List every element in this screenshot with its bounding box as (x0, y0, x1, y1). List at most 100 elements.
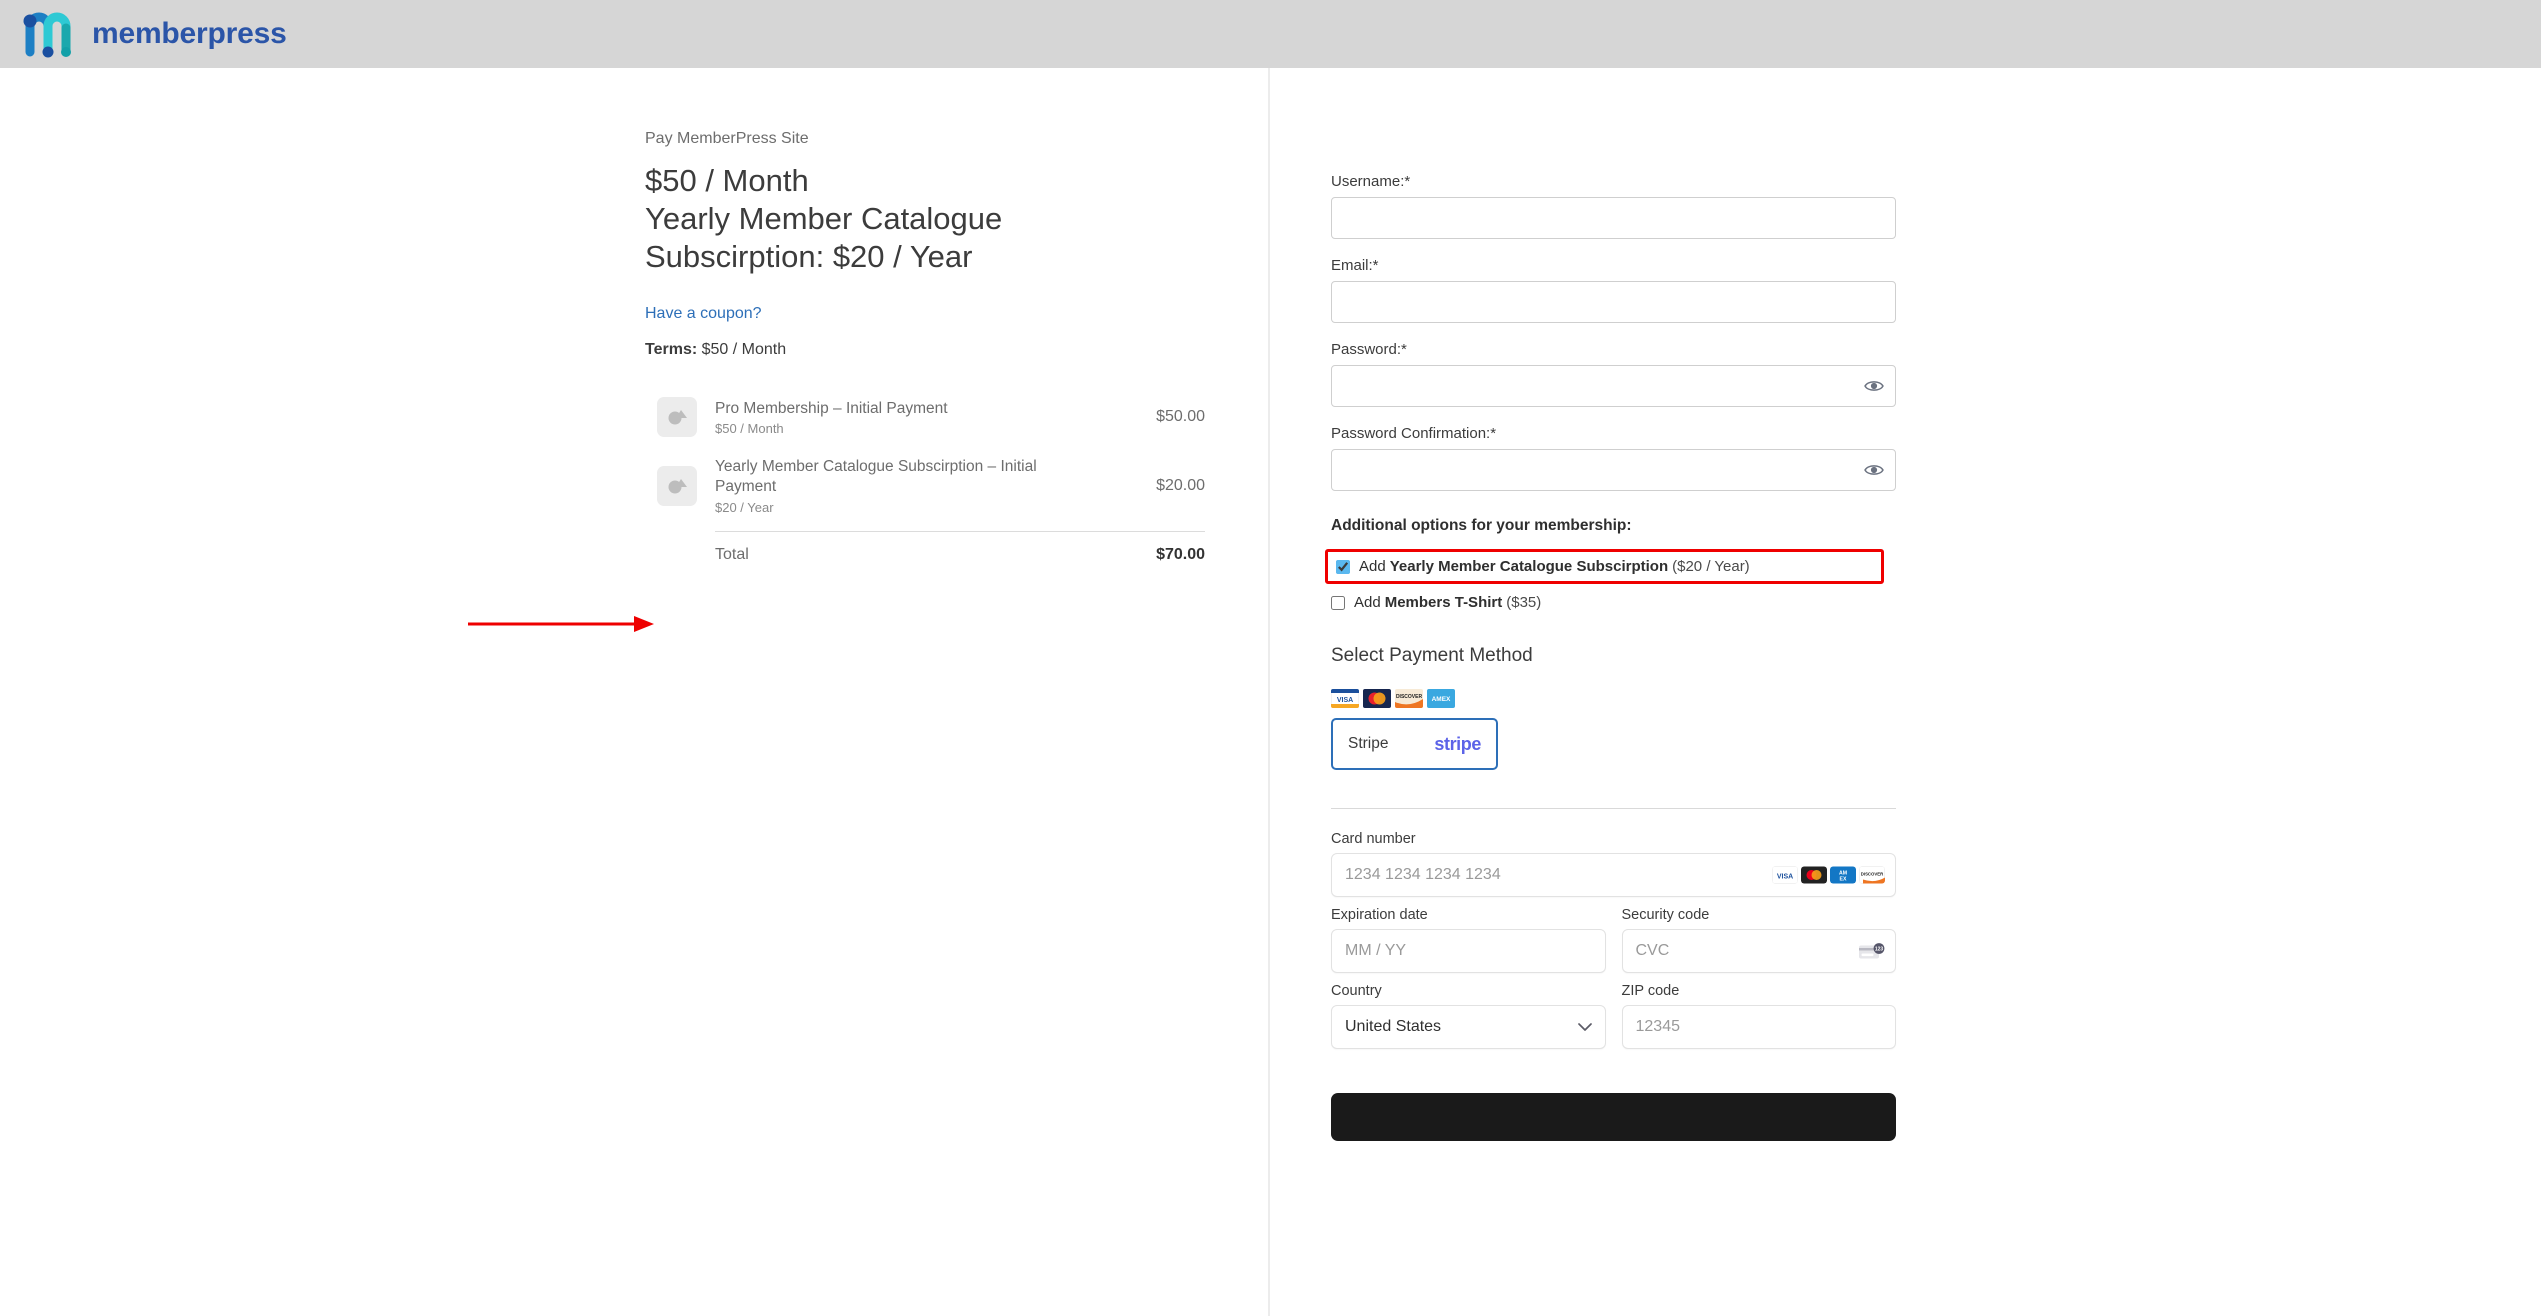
email-input[interactable] (1331, 281, 1896, 323)
discover-icon: DISCOVER (1395, 689, 1423, 708)
email-label: Email:* (1331, 257, 1896, 274)
svg-text:VISA: VISA (1777, 874, 1793, 881)
terms-line: Terms: $50 / Month (645, 341, 1205, 359)
addon-yearly-subscription-row[interactable]: Add Yearly Member Catalogue Subscirption… (1325, 549, 1884, 584)
svg-text:123: 123 (1875, 947, 1884, 953)
email-field-group: Email:* (1331, 257, 1896, 323)
product-thumbnail-placeholder-icon (657, 397, 697, 437)
security-code-field-group: Security code CVC 123 (1622, 907, 1897, 973)
show-password-eye-icon[interactable] (1864, 379, 1884, 393)
brand-wordmark: memberpress (92, 17, 287, 51)
password-confirmation-field-group: Password Confirmation:* (1331, 425, 1896, 491)
country-select[interactable]: United States (1331, 1005, 1606, 1049)
addon-tshirt-row[interactable]: Add Members T-Shirt ($35) (1331, 590, 1896, 615)
red-annotation-arrow (466, 613, 658, 635)
addon-tshirt-checkbox[interactable] (1331, 596, 1345, 610)
password-field-group: Password:* (1331, 341, 1896, 407)
show-password-confirmation-eye-icon[interactable] (1864, 463, 1884, 477)
terms-label: Terms: (645, 341, 697, 358)
cvc-hint-icon: 123 (1859, 943, 1885, 960)
addon-name: Yearly Member Catalogue Subscirption (1390, 558, 1668, 575)
svg-text:EX: EX (1840, 877, 1847, 883)
table-row: Pro Membership – Initial Payment $50 / M… (657, 387, 1205, 447)
country-selected-value: United States (1345, 1018, 1441, 1036)
zip-code-input[interactable]: 12345 (1622, 1005, 1897, 1049)
country-label: Country (1331, 983, 1606, 999)
invoice-item-price: $50.00 (1109, 408, 1205, 426)
site-header: memberpress (0, 0, 2541, 68)
checkout-form: Username:* Email:* Password:* (1331, 173, 1896, 1146)
username-label: Username:* (1331, 173, 1896, 190)
visa-icon: VISA (1331, 689, 1359, 708)
country-field-group: Country United States (1331, 983, 1606, 1049)
terms-value: $50 / Month (702, 341, 787, 358)
addon-price: ($35) (1506, 594, 1541, 611)
mastercard-icon (1363, 689, 1391, 708)
addon-prefix: Add (1359, 558, 1386, 575)
order-heading-line-1: $50 / Month (645, 162, 1205, 200)
additional-options-title: Additional options for your membership: (1331, 517, 1896, 535)
password-confirmation-label: Password Confirmation:* (1331, 425, 1896, 442)
svg-text:DISCOVER: DISCOVER (1396, 694, 1423, 700)
expiration-date-label: Expiration date (1331, 907, 1606, 923)
invoice-total-label: Total (715, 546, 1109, 564)
svg-text:AMEX: AMEX (1432, 696, 1451, 703)
order-block: Pay MemberPress Site $50 / Month Yearly … (645, 130, 1205, 564)
card-number-input[interactable]: 1234 1234 1234 1234 VISA (1331, 853, 1896, 897)
table-row: Yearly Member Catalogue Subscirption – I… (657, 447, 1205, 525)
security-code-input[interactable]: CVC 123 (1622, 929, 1897, 973)
invoice-table: Pro Membership – Initial Payment $50 / M… (657, 387, 1205, 564)
order-summary-column: Pay MemberPress Site $50 / Month Yearly … (0, 68, 1270, 1316)
addon-price: ($20 / Year) (1672, 558, 1750, 575)
amex-icon: AMEX (1427, 689, 1455, 708)
page-body: Pay MemberPress Site $50 / Month Yearly … (0, 68, 2541, 1316)
amex-icon: AM EX (1830, 867, 1856, 884)
password-confirmation-input[interactable] (1331, 449, 1896, 491)
expiry-cvc-row: Expiration date MM / YY Security code CV… (1331, 907, 1896, 983)
submit-payment-button[interactable] (1331, 1093, 1896, 1141)
card-number-placeholder: 1234 1234 1234 1234 (1345, 866, 1501, 884)
invoice-item-description: Yearly Member Catalogue Subscirption – I… (715, 457, 1109, 515)
addon-prefix: Add (1354, 594, 1381, 611)
addon-name: Members T-Shirt (1385, 594, 1503, 611)
visa-icon: VISA (1772, 867, 1798, 884)
product-thumbnail-placeholder-icon (657, 466, 697, 506)
gateway-name-label: Stripe (1348, 735, 1389, 753)
addon-yearly-subscription-checkbox[interactable] (1336, 560, 1350, 574)
svg-text:DISCOVER: DISCOVER (1861, 872, 1884, 877)
brand-logo[interactable]: memberpress (22, 8, 287, 60)
zip-code-field-group: ZIP code 12345 (1622, 983, 1897, 1049)
username-input[interactable] (1331, 197, 1896, 239)
stripe-logo: stripe (1434, 734, 1481, 755)
expiration-date-field-group: Expiration date MM / YY (1331, 907, 1606, 973)
invoice-item-title: Yearly Member Catalogue Subscirption – I… (715, 457, 1093, 497)
zip-code-placeholder: 12345 (1636, 1018, 1681, 1036)
zip-code-label: ZIP code (1622, 983, 1897, 999)
username-field-group: Username:* (1331, 173, 1896, 239)
checkout-form-column: Username:* Email:* Password:* (1270, 68, 2541, 1316)
have-a-coupon-link[interactable]: Have a coupon? (645, 305, 762, 323)
payment-gateway-stripe-option[interactable]: Stripe stripe (1331, 718, 1498, 770)
invoice-total-row: Total $70.00 (657, 532, 1205, 564)
pay-site-label: Pay MemberPress Site (645, 130, 1205, 148)
invoice-item-subtitle: $50 / Month (715, 421, 1093, 436)
invoice-item-subtitle: $20 / Year (715, 500, 1093, 515)
accepted-cards-badges: VISA DISCOVER AMEX (1331, 689, 1896, 708)
order-heading: $50 / Month Yearly Member Catalogue Subs… (645, 162, 1205, 275)
password-input[interactable] (1331, 365, 1896, 407)
invoice-item-title: Pro Membership – Initial Payment (715, 399, 1093, 419)
invoice-total-value: $70.00 (1109, 546, 1205, 564)
expiration-date-input[interactable]: MM / YY (1331, 929, 1606, 973)
svg-text:VISA: VISA (1337, 697, 1353, 704)
card-brand-icons: VISA AM EX (1772, 867, 1885, 884)
section-divider (1331, 808, 1896, 809)
chevron-down-icon (1578, 1023, 1592, 1032)
memberpress-logo-icon (22, 8, 78, 60)
card-number-label: Card number (1331, 831, 1896, 847)
card-number-field-group: Card number 1234 1234 1234 1234 VISA (1331, 831, 1896, 897)
invoice-item-description: Pro Membership – Initial Payment $50 / M… (715, 399, 1109, 437)
mastercard-icon (1801, 867, 1827, 884)
security-code-label: Security code (1622, 907, 1897, 923)
order-heading-line-3: Subscirption: $20 / Year (645, 238, 1205, 276)
discover-icon: DISCOVER (1859, 867, 1885, 884)
